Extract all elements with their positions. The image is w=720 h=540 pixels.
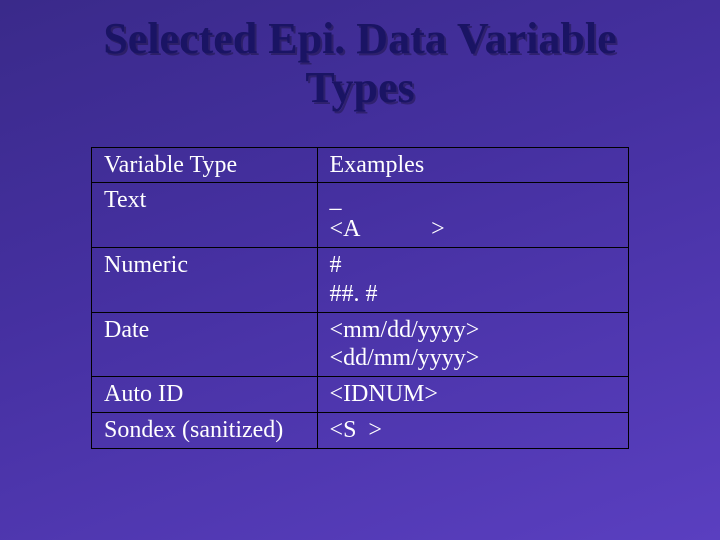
title-line-2: Types [305,63,414,112]
header-examples: Examples [317,147,628,183]
table-row: Text _ <A > [92,183,629,248]
cell-type: Auto ID [92,377,318,413]
table-row: Date <mm/dd/yyyy> <dd/mm/yyyy> [92,312,629,377]
table-header-row: Variable Type Examples [92,147,629,183]
table-container: Variable Type Examples Text _ <A > Numer… [91,147,629,449]
cell-examples: <mm/dd/yyyy> <dd/mm/yyyy> [317,312,628,377]
variable-types-table: Variable Type Examples Text _ <A > Numer… [91,147,629,449]
slide-title: Selected Epi. Data Variable Types [0,0,720,113]
cell-examples: <IDNUM> [317,377,628,413]
cell-examples: <S > [317,412,628,448]
title-line-1: Selected Epi. Data Variable [103,14,616,63]
header-variable-type: Variable Type [92,147,318,183]
cell-type: Date [92,312,318,377]
cell-examples: # ##. # [317,247,628,312]
cell-examples: _ <A > [317,183,628,248]
cell-type: Numeric [92,247,318,312]
table-row: Auto ID <IDNUM> [92,377,629,413]
table-row: Numeric # ##. # [92,247,629,312]
cell-type: Sondex (sanitized) [92,412,318,448]
cell-type: Text [92,183,318,248]
table-row: Sondex (sanitized) <S > [92,412,629,448]
